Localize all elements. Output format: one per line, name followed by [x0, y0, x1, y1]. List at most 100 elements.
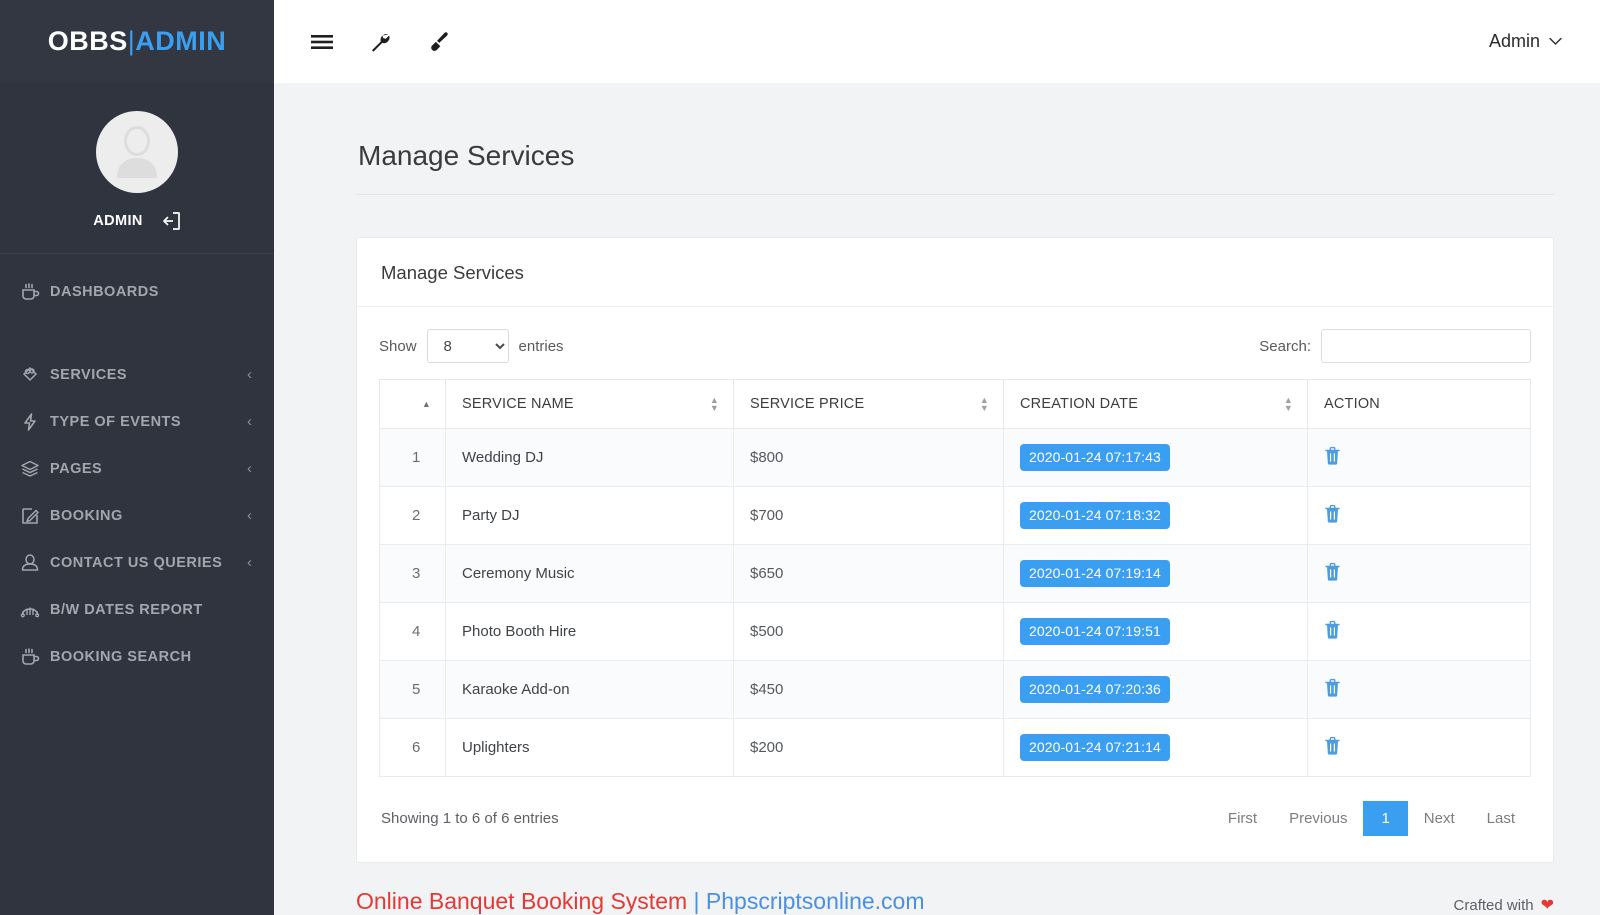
- pagination-previous[interactable]: Previous: [1273, 801, 1363, 836]
- column-label: SERVICE PRICE: [750, 396, 865, 412]
- trash-icon: [1324, 620, 1341, 642]
- sidebar-item-label: PAGES: [50, 460, 103, 477]
- footer-link[interactable]: | Phpscriptsonline.com: [694, 888, 925, 914]
- trash-icon: [1324, 736, 1341, 758]
- sidebar-item-contact-us-queries[interactable]: CONTACT US QUERIES ‹: [0, 539, 274, 586]
- pagination-next[interactable]: Next: [1408, 801, 1471, 836]
- card-title: Manage Services: [381, 262, 524, 283]
- delete-button[interactable]: [1324, 620, 1341, 642]
- hamburger-menu-icon[interactable]: [310, 32, 334, 52]
- sidebar-item-booking[interactable]: BOOKING ‹: [0, 492, 274, 539]
- column-header-service-name[interactable]: SERVICE NAME ▲ ▼: [445, 379, 734, 429]
- sidebar-item-bw-dates-report[interactable]: B/W DATES REPORT: [0, 586, 274, 633]
- cell-service-price: $650: [733, 544, 1004, 603]
- ribbon-icon: [20, 365, 50, 385]
- footer-crafted: Crafted with ❤: [1454, 895, 1554, 915]
- table-row: 3 Ceremony Music $650 2020-01-24 07:19:1…: [379, 544, 1531, 603]
- sidebar-item-label: CONTACT US QUERIES: [50, 554, 223, 571]
- table-row: 6 Uplighters $200 2020-01-24 07:21:14: [379, 718, 1531, 777]
- topbar-icon-group: [310, 30, 450, 54]
- content-area: Manage Services Manage Services Show 8 1…: [274, 83, 1600, 867]
- sort-both-icon: ▲ ▼: [979, 395, 989, 413]
- delete-button[interactable]: [1324, 678, 1341, 700]
- cell-index: 4: [379, 602, 446, 661]
- footer-app-name: Online Banquet Booking System: [356, 888, 688, 914]
- page-title: Manage Services: [356, 83, 1554, 195]
- manage-services-card: Manage Services Show 8 10 25 50 100: [356, 237, 1554, 863]
- search-input[interactable]: [1321, 329, 1531, 363]
- edit-square-icon: [20, 506, 50, 526]
- date-badge: 2020-01-24 07:18:32: [1020, 502, 1170, 529]
- delete-button[interactable]: [1324, 562, 1341, 584]
- main-area: Admin Manage Services Manage Services Sh…: [274, 0, 1600, 915]
- bolt-icon: [20, 412, 50, 432]
- cell-index: 3: [379, 544, 446, 603]
- column-header-index[interactable]: ▲: [379, 379, 446, 429]
- cell-service-name: Uplighters: [445, 718, 734, 777]
- cell-service-price: $700: [733, 486, 1004, 545]
- column-label: ACTION: [1324, 396, 1380, 412]
- sidebar-item-pages[interactable]: PAGES ‹: [0, 445, 274, 492]
- date-badge: 2020-01-24 07:19:14: [1020, 560, 1170, 587]
- entries-info: Showing 1 to 6 of 6 entries: [381, 810, 559, 827]
- services-table: ▲ SERVICE NAME ▲ ▼ SERVICE PRICE ▲ ▼ CRE…: [379, 379, 1531, 777]
- sort-ascending-icon: ▲: [421, 399, 431, 409]
- sidebar-item-type-of-events[interactable]: TYPE OF EVENTS ‹: [0, 398, 274, 445]
- cell-creation-date: 2020-01-24 07:17:43: [1003, 428, 1308, 487]
- account-menu[interactable]: Admin: [1489, 31, 1562, 52]
- sidebar-profile: ADMIN: [0, 83, 274, 254]
- entries-per-page-select[interactable]: 8 10 25 50 100: [426, 329, 509, 363]
- user-avatar-icon: [117, 126, 157, 178]
- footer-credit: Online Banquet Booking System | Phpscrip…: [356, 888, 925, 915]
- date-badge: 2020-01-24 07:19:51: [1020, 618, 1170, 645]
- delete-button[interactable]: [1324, 736, 1341, 758]
- trash-icon: [1324, 678, 1341, 700]
- cell-service-name: Wedding DJ: [445, 428, 734, 487]
- length-control: Show 8 10 25 50 100 entries: [379, 329, 564, 363]
- column-header-action: ACTION: [1307, 379, 1531, 429]
- brand-logo[interactable]: OBBS|ADMIN: [0, 0, 274, 83]
- cell-service-price: $200: [733, 718, 1004, 777]
- sidebar-item-services[interactable]: SERVICES ‹: [0, 351, 274, 398]
- length-prefix-label: Show: [379, 337, 417, 355]
- sidebar-item-booking-search[interactable]: BOOKING SEARCH: [0, 633, 274, 680]
- sidebar-item-dashboards[interactable]: DASHBOARDS: [0, 268, 274, 315]
- sidebar: OBBS|ADMIN ADMIN DASHBOARDS SERVICES ‹ T…: [0, 0, 274, 915]
- search-control: Search:: [1259, 329, 1531, 363]
- chevron-left-icon: ‹: [247, 554, 252, 571]
- wrench-icon[interactable]: [368, 30, 392, 54]
- pagination-first[interactable]: First: [1212, 801, 1273, 836]
- sidebar-nav: DASHBOARDS SERVICES ‹ TYPE OF EVENTS ‹ P…: [0, 254, 274, 680]
- cell-index: 1: [379, 428, 446, 487]
- column-header-creation-date[interactable]: CREATION DATE ▲ ▼: [1003, 379, 1308, 429]
- sidebar-item-label: BOOKING SEARCH: [50, 648, 192, 665]
- layers-icon: [20, 459, 50, 479]
- delete-button[interactable]: [1324, 504, 1341, 526]
- coffee-cup-icon: [20, 282, 50, 302]
- pagination-page-1[interactable]: 1: [1363, 801, 1408, 836]
- column-header-service-price[interactable]: SERVICE PRICE ▲ ▼: [733, 379, 1004, 429]
- delete-button[interactable]: [1324, 446, 1341, 468]
- cell-creation-date: 2020-01-24 07:19:51: [1003, 602, 1308, 661]
- sidebar-item-label: SERVICES: [50, 366, 128, 383]
- pagination-last[interactable]: Last: [1471, 801, 1531, 836]
- profile-name: ADMIN: [93, 213, 143, 229]
- logout-icon[interactable]: [161, 211, 181, 231]
- column-label: CREATION DATE: [1020, 396, 1139, 412]
- brand-suffix: ADMIN: [135, 26, 227, 56]
- trash-icon: [1324, 562, 1341, 584]
- pagination: First Previous 1 Next Last: [1212, 801, 1531, 836]
- cell-service-name: Ceremony Music: [445, 544, 734, 603]
- paintbrush-icon[interactable]: [426, 30, 450, 54]
- topbar: Admin: [274, 0, 1600, 83]
- date-badge: 2020-01-24 07:17:43: [1020, 444, 1170, 471]
- cell-creation-date: 2020-01-24 07:18:32: [1003, 486, 1308, 545]
- trash-icon: [1324, 504, 1341, 526]
- page-footer: Online Banquet Booking System | Phpscrip…: [274, 867, 1600, 915]
- sidebar-item-label: TYPE OF EVENTS: [50, 413, 182, 430]
- chevron-down-icon: [1549, 34, 1562, 49]
- cell-action: [1307, 544, 1531, 603]
- cell-creation-date: 2020-01-24 07:20:36: [1003, 660, 1308, 719]
- table-row: 1 Wedding DJ $800 2020-01-24 07:17:43: [379, 428, 1531, 487]
- cell-index: 5: [379, 660, 446, 719]
